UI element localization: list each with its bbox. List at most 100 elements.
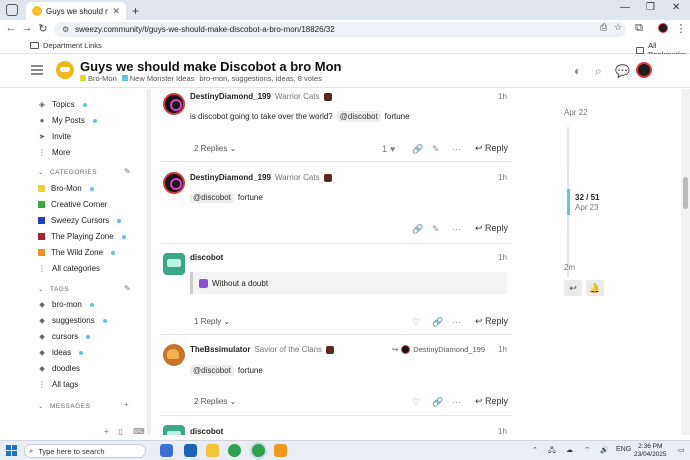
sidebar-item-more[interactable]: ⋮ More xyxy=(38,146,70,159)
sidebar-category-creative-corner[interactable]: Creative Corner xyxy=(38,198,107,211)
topic-category-monster-ideas[interactable]: New Monster Ideas xyxy=(121,74,194,83)
chat-icon[interactable]: 💬 xyxy=(615,64,630,78)
page-scrollbar-thumb[interactable] xyxy=(683,177,688,209)
hamburger-menu-icon[interactable] xyxy=(31,65,43,75)
taskbar-search[interactable]: ⌕ Type here to search xyxy=(24,444,146,458)
sidebar-item-my-posts[interactable]: ● My Posts xyxy=(38,114,97,127)
post-date[interactable]: 1h xyxy=(498,92,507,101)
current-user-avatar[interactable] xyxy=(636,62,652,78)
address-bar[interactable]: ⚙ sweezy.community/t/guys-we-should-make… xyxy=(54,22,626,37)
post-username[interactable]: DestinyDiamond_199 Warrior Cats xyxy=(190,92,332,101)
sidebar-scrollbar[interactable] xyxy=(148,89,151,435)
outlook-icon[interactable] xyxy=(184,444,197,457)
timeline-end-label[interactable]: 2m xyxy=(564,263,575,272)
maximize-button[interactable]: ❐ xyxy=(646,2,655,13)
replies-toggle-button[interactable]: 2 Replies ⌄ xyxy=(194,144,236,153)
volume-icon[interactable]: 🔊 xyxy=(600,446,609,454)
edit-icon[interactable]: ✎ xyxy=(432,144,440,155)
chrome-active-icon[interactable] xyxy=(252,444,265,457)
shield-app-icon[interactable] xyxy=(274,444,287,457)
link-icon[interactable]: 🔗 xyxy=(432,397,443,408)
sidebar-tag-bro-mon[interactable]: ⬥ bro-mon xyxy=(38,298,94,311)
link-icon[interactable]: 🔗 xyxy=(412,144,423,155)
theme-toggle-icon[interactable]: ◐ xyxy=(574,64,581,78)
link-icon[interactable]: 🔗 xyxy=(432,317,443,328)
language-indicator[interactable]: ENG xyxy=(616,446,631,453)
avatar[interactable] xyxy=(163,172,185,194)
sidebar-item-invite[interactable]: ➤ Invite xyxy=(38,130,71,143)
replies-toggle-button[interactable]: 2 Replies ⌄ xyxy=(194,397,236,406)
reply-button[interactable]: ↩ Reply xyxy=(475,223,508,234)
new-tab-button[interactable]: + xyxy=(132,4,139,18)
sidebar-tag-suggestions[interactable]: ⬥ suggestions xyxy=(38,314,107,327)
topic-category-bromon[interactable]: Bro-Mon xyxy=(80,74,117,83)
file-explorer-icon[interactable] xyxy=(206,444,219,457)
sidebar-all-tags[interactable]: ⋮ All tags xyxy=(38,378,78,391)
back-button[interactable]: ← xyxy=(4,22,18,34)
chrome-icon[interactable] xyxy=(228,444,241,457)
mention-link[interactable]: @discobot xyxy=(190,192,234,203)
notifications-icon[interactable]: ▭ xyxy=(678,446,685,454)
browser-tab-active[interactable]: Guys we should make Discobo ✕ xyxy=(26,2,126,20)
timeline-handle[interactable] xyxy=(567,189,570,215)
post-date[interactable]: 1h xyxy=(498,427,507,435)
windows-start-icon[interactable] xyxy=(6,445,17,456)
sidebar-category-playing-zone[interactable]: The Playing Zone xyxy=(38,230,126,243)
page-scrollbar[interactable] xyxy=(681,89,690,435)
edit-categories-icon[interactable]: ✎ xyxy=(124,167,131,176)
site-logo[interactable] xyxy=(56,61,74,79)
edit-icon[interactable]: ✎ xyxy=(432,224,440,235)
more-actions-icon[interactable]: ··· xyxy=(452,144,461,154)
avatar[interactable] xyxy=(163,344,185,366)
post-username[interactable]: discobot xyxy=(190,253,223,262)
task-view-icon[interactable] xyxy=(160,444,173,457)
post-date[interactable]: 1h xyxy=(498,173,507,182)
install-icon[interactable]: ⎙ xyxy=(600,22,607,33)
mobile-icon[interactable]: ▯ xyxy=(119,427,123,435)
post-username[interactable]: DestinyDiamond_199 Warrior Cats xyxy=(190,173,332,182)
avatar[interactable] xyxy=(163,425,185,435)
avatar[interactable] xyxy=(163,93,185,115)
post-date[interactable]: 1h xyxy=(498,253,507,262)
more-actions-icon[interactable]: ··· xyxy=(452,317,461,327)
replies-toggle-button[interactable]: 1 Reply ⌄ xyxy=(194,317,230,326)
tab-close-icon[interactable]: ✕ xyxy=(112,6,120,17)
avatar[interactable] xyxy=(163,253,185,275)
tray-chevron-icon[interactable]: ⌃ xyxy=(532,446,538,454)
post-username[interactable]: discobot xyxy=(190,427,223,435)
timeline-start-date[interactable]: Apr 22 xyxy=(564,108,588,117)
site-info-icon[interactable]: ⚙ xyxy=(62,25,69,34)
reply-button[interactable]: ↩ Reply xyxy=(475,396,508,407)
close-window-button[interactable]: ✕ xyxy=(672,2,680,13)
profile-avatar[interactable] xyxy=(656,23,670,36)
topic-tags[interactable]: bro-mon, suggestions, ideas, 8 votes xyxy=(199,74,322,83)
more-actions-icon[interactable]: ··· xyxy=(452,224,461,234)
search-icon[interactable]: ⌕ xyxy=(595,64,602,79)
like-count[interactable]: 1 xyxy=(382,144,387,154)
add-icon[interactable]: + xyxy=(104,427,109,435)
bell-icon[interactable]: 🔔 xyxy=(586,280,604,296)
heart-icon[interactable]: ♥ xyxy=(390,144,395,154)
sidebar-category-wild-zone[interactable]: The Wild Zone xyxy=(38,246,116,259)
sidebar-section-categories[interactable]: ⌄ CATEGORIES xyxy=(38,168,97,177)
sidebar-item-topics[interactable]: ◈ Topics xyxy=(38,98,87,111)
post-date[interactable]: 1h xyxy=(498,345,507,354)
forward-button[interactable]: → xyxy=(20,22,34,34)
browser-menu-icon[interactable]: ⋮ xyxy=(674,22,688,35)
reload-button[interactable]: ↻ xyxy=(36,22,50,35)
network-icon[interactable]: 🖧 xyxy=(548,446,556,457)
mention-link[interactable]: @discobot xyxy=(336,111,381,122)
sidebar-tag-ideas[interactable]: ⬥ ideas xyxy=(38,346,84,359)
new-message-icon[interactable]: + xyxy=(124,400,129,409)
wifi-icon[interactable]: ⌔ xyxy=(584,446,591,455)
bookmark-folder-department-links[interactable]: Department Links xyxy=(30,41,102,50)
mention-link[interactable]: @discobot xyxy=(190,365,234,376)
heart-icon[interactable]: ♡ xyxy=(412,317,420,328)
reply-button[interactable]: ↩ Reply xyxy=(475,143,508,154)
tab-search-icon[interactable] xyxy=(6,4,18,16)
taskbar-clock[interactable]: 2:36 PM 23/04/2025 xyxy=(634,443,667,459)
reply-to-indicator[interactable]: ↪ DestinyDiamond_199 xyxy=(392,345,485,354)
edit-tags-icon[interactable]: ✎ xyxy=(124,284,131,293)
page-title[interactable]: Guys we should make Discobot a bro Mon xyxy=(80,59,342,74)
extensions-icon[interactable]: ⧉ xyxy=(632,22,646,35)
